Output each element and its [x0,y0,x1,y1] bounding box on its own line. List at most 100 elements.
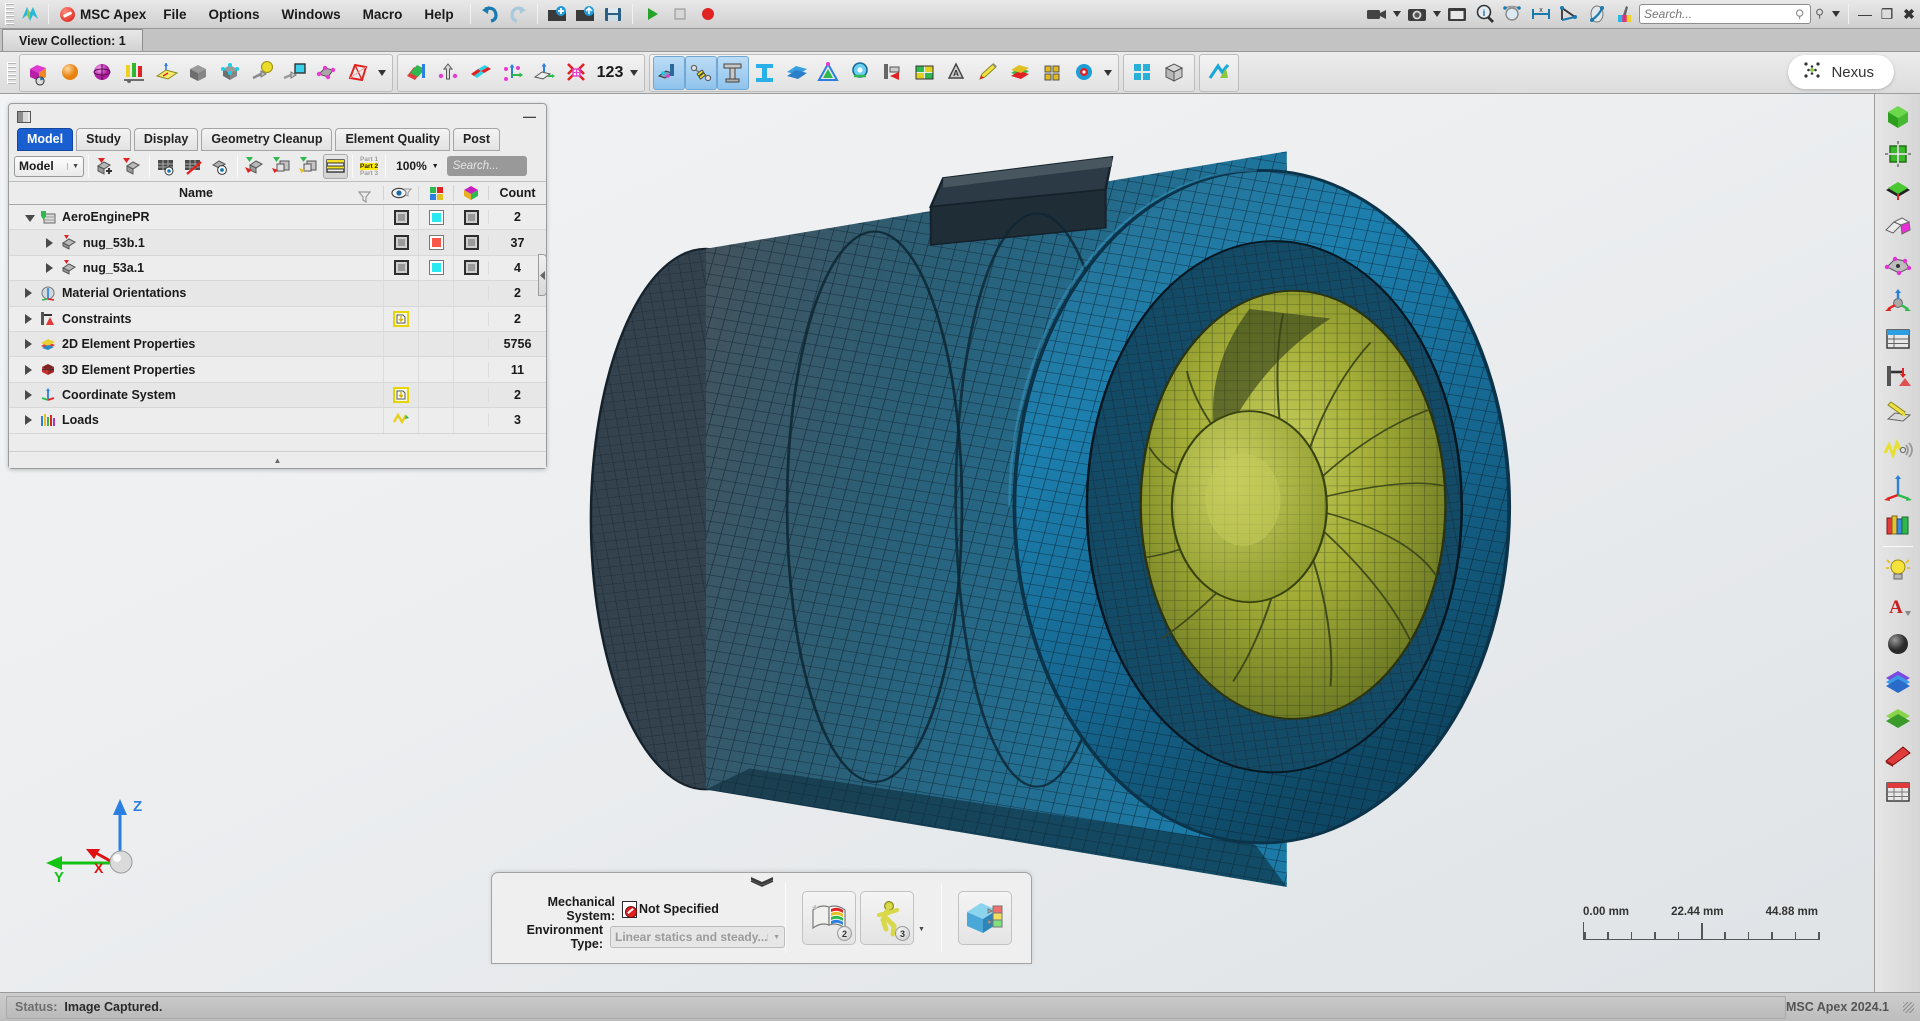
gray-sphere-icon[interactable] [1879,626,1917,661]
measure-icon[interactable] [1499,2,1527,26]
save-as-button[interactable] [571,2,599,26]
visibility-cell[interactable] [383,357,418,381]
render-mode-cell[interactable] [453,230,488,254]
number-123-icon[interactable]: 123 [593,56,627,90]
video-capture-button[interactable] [1363,2,1391,26]
table-row[interactable]: nug_53b.137 [9,230,546,255]
menu-help[interactable]: Help [413,3,464,26]
angle-icon[interactable] [1555,2,1583,26]
lock-visibility-icon[interactable] [393,387,409,403]
beam-i-icon[interactable] [749,56,781,90]
sweep-plane-icon[interactable] [529,56,561,90]
environment-type-select[interactable]: Linear statics and steady... ▼ [610,926,785,948]
checker-plate-icon[interactable] [465,56,497,90]
constraint-bracket-icon[interactable] [1879,358,1917,393]
color-cell[interactable] [418,383,453,407]
constraint-icon[interactable] [845,56,877,90]
table-row[interactable]: Material Orientations2 [9,281,546,306]
color-cell[interactable] [418,307,453,331]
select-part-icon[interactable] [296,154,321,179]
toolbar-grip[interactable] [5,3,14,25]
tree-row-name-cell[interactable]: Coordinate System [9,387,383,402]
green-cube-icon[interactable] [1879,99,1917,134]
tree-row-name-cell[interactable]: Constraints [9,311,383,326]
table-row[interactable]: nug_53a.14 [9,256,546,281]
green-plane-icon[interactable] [1879,173,1917,208]
play-button[interactable] [638,2,666,26]
collapse-chevrons-icon[interactable] [749,876,775,888]
global-search-field[interactable] [1644,7,1795,21]
chevron-right-icon[interactable] [25,390,34,400]
chevron-right-icon[interactable] [25,415,34,425]
column-header-name[interactable]: Name [9,186,383,200]
tree-row-name-cell[interactable]: 3D Element Properties [9,362,383,377]
chevron-right-icon[interactable] [25,365,34,375]
box-node-icon[interactable] [1037,56,1069,90]
color-cell[interactable] [418,256,453,280]
load-arrow-icon[interactable] [877,56,909,90]
visibility-toggle-icon[interactable] [394,260,409,275]
render-mode-cell[interactable] [453,408,488,432]
pencil-plane-icon[interactable] [1879,395,1917,430]
geometry-group-more[interactable] [375,56,389,90]
show-all-icon[interactable] [208,154,233,179]
triad-arrows-icon[interactable] [1879,284,1917,319]
letter-a-icon[interactable]: A [1879,589,1917,624]
table-rows-icon[interactable] [1879,321,1917,356]
add-part-icon[interactable] [93,154,118,179]
search-dropdown-arrow[interactable] [1829,2,1843,26]
tree-row-name-cell[interactable]: Material Orientations [9,286,383,301]
restore-button[interactable]: ❐ [1876,3,1898,25]
tab-display[interactable]: Display [134,128,198,151]
dock-panel-icon[interactable] [17,111,31,123]
chevron-right-icon[interactable] [46,238,55,248]
screen-capture-button[interactable] [1403,2,1431,26]
visibility-cell[interactable] [383,332,418,356]
tree-row-name-cell[interactable]: Loads [9,413,383,428]
table-row[interactable]: AeroEnginePR2 [9,205,546,230]
chevron-down-icon[interactable] [25,212,34,222]
table-row[interactable]: 3D Element Properties11 [9,357,546,382]
info-probe-button[interactable]: i [1471,2,1499,26]
render-mode-toggle-icon[interactable] [464,260,479,275]
visibility-cell[interactable] [383,307,418,331]
tree-row-name-cell[interactable]: nug_53b.1 [9,235,383,250]
visibility-cell[interactable] [383,256,418,280]
align-bars-icon[interactable] [119,56,151,90]
layers-green-icon[interactable] [1879,700,1917,735]
material-triangle-icon[interactable] [813,56,845,90]
render-mode-cell[interactable] [453,383,488,407]
wave-signal-icon[interactable] [1879,432,1917,467]
extrude-box-icon[interactable] [183,56,215,90]
color-swatch[interactable] [429,235,444,250]
shell-edge-icon[interactable] [343,56,375,90]
global-search-input[interactable] [1639,4,1811,24]
render-mode-cell[interactable] [453,357,488,381]
beam-t-icon[interactable] [717,56,749,90]
axis-triad-icon[interactable] [1879,469,1917,504]
surface-patch-icon[interactable] [1879,210,1917,245]
temperature-icon[interactable]: A [941,56,973,90]
3d-viewport[interactable]: Z Y X — Model Study Display [0,94,1874,992]
node-grid-icon[interactable] [1879,247,1917,282]
pencil-icon[interactable] [973,56,1005,90]
extrude-arrow-icon[interactable] [433,56,465,90]
chevron-right-icon[interactable] [25,339,34,349]
chevron-right-icon[interactable] [46,263,55,273]
nexus-button[interactable]: Nexus [1788,55,1894,89]
results-flag-icon[interactable] [1203,56,1235,90]
window-icon[interactable] [1443,2,1471,26]
table-row[interactable]: 2D Element Properties5756 [9,332,546,357]
visibility-cell[interactable] [383,281,418,305]
lock-visibility-icon[interactable] [393,311,409,327]
distance-icon[interactable]: x [1527,2,1555,26]
color-cell[interactable] [418,230,453,254]
curve-length-icon[interactable] [1583,2,1611,26]
scenarios-button[interactable]: 3 [860,891,914,945]
table-row[interactable]: Loads3 [9,408,546,433]
mesh-surface-icon[interactable] [401,56,433,90]
column-header-render[interactable] [453,185,488,201]
tab-study[interactable]: Study [76,128,131,151]
tree-row-name-cell[interactable]: 2D Element Properties [9,337,383,352]
layers-blue-icon[interactable] [1879,663,1917,698]
